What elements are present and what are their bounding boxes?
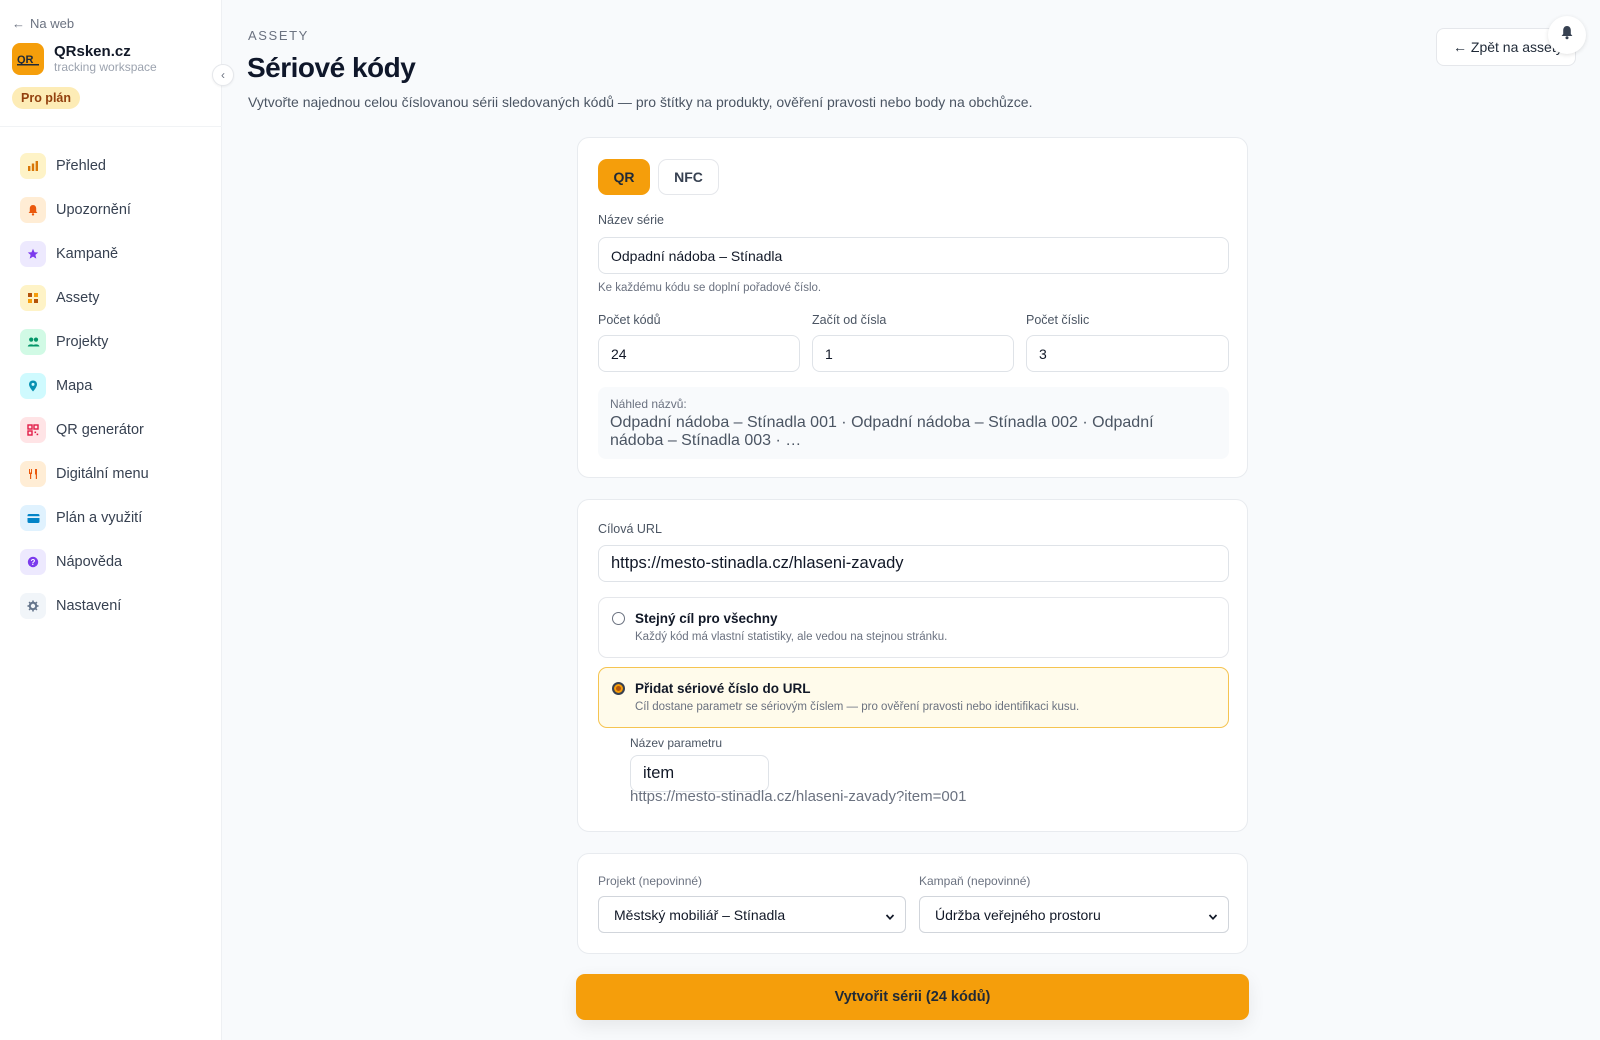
target-url-input[interactable]: https://mesto-stinadla.cz/hlaseni-zavady: [598, 545, 1229, 582]
sidebar-item-label: Kampaně: [56, 246, 119, 262]
chevron-left-icon: ‹: [221, 68, 225, 82]
page-title: Sériové kódy: [247, 52, 416, 83]
sidebar-item-label: Nastavení: [56, 598, 122, 614]
sidebar-item-plan-a-vyuziti[interactable]: Plán a využití: [18, 496, 208, 540]
project-label: Projekt (nepovinné): [598, 874, 703, 888]
sidebar-item-prehled[interactable]: Přehled: [18, 144, 208, 188]
radio-serial-in-url[interactable]: [612, 682, 625, 695]
sidebar-item-label: Upozornění: [56, 202, 131, 218]
sidebar-item-label: Plán a využití: [56, 510, 143, 526]
brand: QR QRsken.cz tracking workspace: [12, 43, 157, 75]
start-number-input[interactable]: 1: [812, 335, 1014, 372]
sidebar-item-digitalni-menu[interactable]: Digitální menu: [18, 452, 208, 496]
project-select-value: Městský mobiliář – Stínadla: [614, 906, 786, 923]
name-preview: Náhled názvů: Odpadní nádoba – Stínadla …: [598, 387, 1229, 459]
sidebar-item-projekty[interactable]: Projekty: [18, 320, 208, 364]
cutlery-icon: [20, 461, 46, 487]
sidebar: ← Na web QR QRsken.cz tracking workspace…: [0, 0, 222, 1040]
notifications-button[interactable]: [1548, 16, 1586, 54]
type-tab-qr[interactable]: QR: [598, 159, 650, 195]
campaign-select[interactable]: Údržba veřejného prostoru: [919, 896, 1229, 933]
brand-logo-icon: QR: [12, 43, 44, 75]
project-select[interactable]: Městský mobiliář – Stínadla: [598, 896, 906, 933]
sidebar-item-label: Digitální menu: [56, 466, 149, 482]
target-url-label: Cílová URL: [598, 522, 662, 536]
sidebar-nav: Přehled Upozornění Kampaně Assety Projek…: [18, 144, 208, 628]
back-to-web-link[interactable]: ← Na web: [12, 16, 74, 31]
option-same-target-desc: Každý kód má vlastní statistiky, ale ved…: [635, 631, 948, 643]
option-serial-in-url-desc: Cíl dostane parametr se sériovým číslem …: [635, 701, 1080, 713]
map-pin-icon: [20, 373, 46, 399]
name-preview-label: Náhled názvů:: [610, 397, 687, 411]
series-settings-card: QR NFC Název série Odpadní nádoba – Stín…: [577, 137, 1248, 478]
campaign-select-value: Údržba veřejného prostoru: [935, 906, 1101, 923]
bell-icon: [1560, 25, 1574, 45]
name-preview-text: Odpadní nádoba – Stínadla 001 · Odpadní …: [610, 414, 1154, 449]
assignment-card: Projekt (nepovinné) Městský mobiliář – S…: [577, 853, 1248, 954]
users-icon: [20, 329, 46, 355]
series-name-hint: Ke každému kódu se doplní pořadové číslo…: [598, 282, 822, 294]
type-tab-nfc[interactable]: NFC: [658, 159, 719, 195]
arrow-left-icon: ←: [12, 16, 25, 31]
sidebar-item-label: Přehled: [56, 158, 106, 174]
series-name-label: Název série: [598, 213, 664, 227]
option-serial-in-url[interactable]: Přidat sériové číslo do URL Cíl dostane …: [598, 667, 1229, 728]
star-icon: [20, 241, 46, 267]
brand-name: QRsken.cz: [54, 42, 131, 60]
param-name-input[interactable]: item: [630, 755, 769, 792]
count-input[interactable]: 24: [598, 335, 800, 372]
plan-badge: Pro plán: [12, 87, 81, 109]
url-preview: https://mesto-stinadla.cz/hlaseni-zavady…: [630, 788, 967, 805]
sidebar-item-label: Mapa: [56, 378, 93, 394]
series-name-input[interactable]: Odpadní nádoba – Stínadla: [598, 237, 1229, 274]
sidebar-item-upozorneni[interactable]: Upozornění: [18, 188, 208, 232]
page-description: Vytvořte najednou celou číslovanou sérii…: [248, 94, 1033, 110]
bar-chart-icon: [20, 153, 46, 179]
svg-text:?: ?: [31, 558, 36, 567]
page-eyebrow: ASSETY: [248, 28, 309, 43]
bell-icon: [20, 197, 46, 223]
sidebar-divider: [0, 126, 222, 127]
sidebar-item-assety[interactable]: Assety: [18, 276, 208, 320]
grid-icon: [20, 285, 46, 311]
option-same-target[interactable]: Stejný cíl pro všechny Každý kód má vlas…: [598, 597, 1229, 658]
gear-icon: [20, 593, 46, 619]
sidebar-item-label: Nápověda: [56, 554, 123, 570]
sidebar-item-label: Projekty: [56, 334, 109, 350]
radio-same-target[interactable]: [612, 612, 625, 625]
digits-input[interactable]: 3: [1026, 335, 1229, 372]
collapse-sidebar-button[interactable]: ‹: [212, 64, 234, 86]
sidebar-item-label: Assety: [56, 290, 100, 306]
digits-label: Počet číslic: [1026, 313, 1090, 327]
back-to-web-label: Na web: [30, 16, 75, 31]
sidebar-item-nastaveni[interactable]: Nastavení: [18, 584, 208, 628]
sidebar-item-mapa[interactable]: Mapa: [18, 364, 208, 408]
sidebar-item-napoveda[interactable]: ? Nápověda: [18, 540, 208, 584]
chevron-down-icon: [885, 909, 895, 925]
option-serial-in-url-title: Přidat sériové číslo do URL: [635, 681, 811, 696]
start-number-label: Začít od čísla: [812, 313, 887, 327]
brand-subtitle: tracking workspace: [54, 59, 157, 74]
sidebar-item-qr-generator[interactable]: QR generátor: [18, 408, 208, 452]
campaign-label: Kampaň (nepovinné): [919, 874, 1031, 888]
create-series-button[interactable]: Vytvořit sérii (24 kódů): [576, 974, 1249, 1020]
help-icon: ?: [20, 549, 46, 575]
chevron-down-icon: [1208, 909, 1218, 925]
qr-icon: [20, 417, 46, 443]
sidebar-item-label: QR generátor: [56, 422, 144, 438]
count-label: Počet kódů: [598, 313, 661, 327]
param-name-label: Název parametru: [630, 736, 723, 750]
target-url-card: Cílová URL https://mesto-stinadla.cz/hla…: [577, 499, 1248, 832]
sidebar-item-kampane[interactable]: Kampaně: [18, 232, 208, 276]
credit-card-icon: [20, 505, 46, 531]
option-same-target-title: Stejný cíl pro všechny: [635, 611, 778, 626]
